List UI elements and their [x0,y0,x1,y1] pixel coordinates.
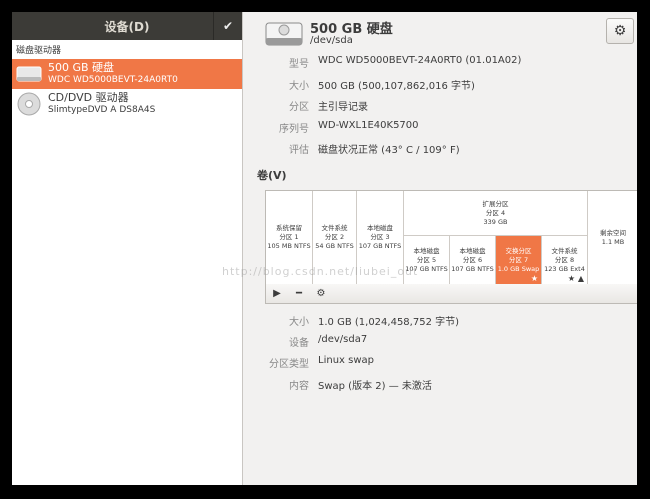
extended-partition[interactable]: 扩展分区 分区 4 339 GB [404,191,588,236]
partition-size: 1.0 GB Swap [497,264,540,273]
minus-icon: ━ [295,288,303,299]
partition-size: 54 GB NTFS [315,242,354,250]
prop-label: 内容 [289,381,309,392]
partition-size: 123 GB Ext4 [544,264,585,273]
partition-number: 分区 1 [279,233,299,241]
disks-window: 设备(D) ✔ 磁盘驱动器 500 GB 硬盘 WDC WD5000BEVT-2… [12,12,637,485]
hard-disk-icon [265,22,303,46]
partition-7[interactable]: 交换分区 分区 7 1.0 GB Swap ★ [496,236,542,284]
serial-row: 序列号 WD-WXL1E40K5700 [243,120,419,135]
optical-disc-icon [17,92,41,116]
gear-icon: ⚙ [613,23,627,39]
disk-details-pane: 500 GB 硬盘 /dev/sda ⚙ 型号 WDC WD5000BEVT-2… [243,12,637,485]
sidebar: 设备(D) ✔ 磁盘驱动器 500 GB 硬盘 WDC WD5000BEVT-2… [12,12,243,485]
partition-label: 系统保留 [276,224,302,232]
checkmark-icon: ✔ [222,19,234,33]
drive-name: 500 GB 硬盘 [48,61,115,74]
prop-value: 500 GB (500,107,862,016 字节) [318,81,475,92]
partition-label: 本地磁盘 [459,246,486,255]
drive-settings-button[interactable]: ⚙ [606,18,634,44]
disk-path: /dev/sda [310,35,353,46]
partition-number: 分区 3 [370,233,390,241]
partition-size: 1.1 MB [601,237,625,246]
partition-label: 文件系统 [551,246,578,255]
prop-label: 分区类型 [269,359,309,370]
watermark: http://blog.csdn.net/liubei_out [222,265,419,278]
drive-item-optical[interactable]: CD/DVD 驱动器 SlimtypeDVD A DS8A4S [12,89,242,119]
done-button[interactable]: ✔ [213,12,242,40]
part-device-row: 设备 /dev/sda7 [243,334,367,349]
drive-model: SlimtypeDVD A DS8A4S [48,105,156,115]
partition-number: 分区 2 [324,233,345,241]
prop-value: 1.0 GB (1,024,458,752 字节) [318,317,460,328]
partition-label: 本地磁盘 [367,224,393,232]
part-contents-row: 内容 Swap (版本 2) — 未激活 [243,377,432,392]
prop-value: WDC WD5000BEVT-24A0RT0 (01.01A02) [318,55,522,66]
partition-size: 105 MB NTFS [267,242,311,250]
prop-label: 分区 [289,102,309,113]
partition-size: 107 GB NTFS [358,242,402,250]
prop-value: /dev/sda7 [318,334,368,345]
mounted-icon: ▲ [577,274,584,283]
volume-toolbar: ▶ ━ ⚙ [265,284,637,304]
partition-number: 分区 7 [508,255,529,264]
partition-size: 107 GB NTFS [451,264,494,273]
size-row: 大小 500 GB (500,107,862,016 字节) [243,77,475,92]
play-icon: ▶ [273,288,281,299]
prop-label: 设备 [289,338,309,349]
prop-label: 评估 [289,145,309,156]
free-space[interactable]: 剩余空间 1.1 MB [588,191,637,284]
drive-name: CD/DVD 驱动器 [48,91,129,104]
hard-disk-icon [16,66,42,82]
sidebar-section-label: 磁盘驱动器 [16,46,62,56]
activate-swap-button[interactable]: ▶ [266,284,288,303]
partition-number: 分区 4 [485,208,506,217]
part-type-row: 分区类型 Linux swap [243,355,374,370]
partition-number: 分区 8 [554,255,575,264]
prop-label: 大小 [289,317,309,328]
star-icon: ★ [567,274,575,283]
prop-label: 型号 [289,59,309,70]
star-icon: ★ [530,274,538,283]
partition-8[interactable]: 文件系统 分区 8 123 GB Ext4 ★ ▲ [542,236,588,284]
partition-number: 分区 6 [462,255,483,264]
partition-settings-button[interactable]: ⚙ [310,284,332,303]
partition-number: 分区 5 [416,255,437,264]
prop-label: 序列号 [279,124,309,135]
partition-label: 剩余空间 [600,228,626,237]
partition-6[interactable]: 本地磁盘 分区 6 107 GB NTFS [450,236,496,284]
sidebar-header: 设备(D) ✔ [12,12,242,40]
volumes-heading: 卷(V) [257,169,287,182]
drive-model: WDC WD5000BEVT-24A0RT0 [48,75,178,85]
gears-icon: ⚙ [316,288,326,299]
delete-partition-button[interactable]: ━ [288,284,310,303]
partition-label: 扩展分区 [482,199,509,208]
prop-value: Linux swap [318,355,374,366]
partition-label: 文件系统 [321,224,348,232]
assessment-row: 评估 磁盘状况正常 (43° C / 109° F) [243,141,460,156]
prop-value: 主引导记录 [318,102,368,113]
partition-label: 本地磁盘 [413,246,440,255]
sidebar-title: 设备(D) [104,19,150,34]
partitioning-row: 分区 主引导记录 [243,98,368,113]
model-row: 型号 WDC WD5000BEVT-24A0RT0 (01.01A02) [243,55,521,70]
prop-label: 大小 [289,81,309,92]
drive-item-hdd[interactable]: 500 GB 硬盘 WDC WD5000BEVT-24A0RT0 [12,59,242,89]
prop-value: 磁盘状况正常 (43° C / 109° F) [318,145,460,156]
prop-value: WD-WXL1E40K5700 [318,120,419,131]
prop-value: Swap (版本 2) — 未激活 [318,381,432,392]
partition-label: 交换分区 [505,246,532,255]
part-size-row: 大小 1.0 GB (1,024,458,752 字节) [243,313,459,328]
partition-size: 339 GB [483,217,508,226]
